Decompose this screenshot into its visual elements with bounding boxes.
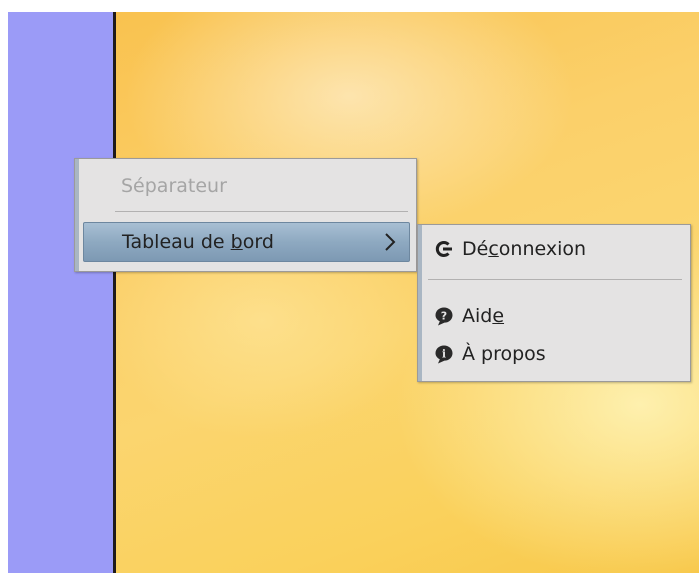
- help-bubble-icon: ?: [435, 307, 453, 326]
- submenu-sidebar: [418, 225, 422, 381]
- menu-item-a-propos-label: À propos: [462, 343, 546, 365]
- submenu-separator: [428, 279, 682, 280]
- svg-text:?: ?: [441, 309, 447, 322]
- context-menu: Séparateur Tableau de bord: [74, 158, 417, 272]
- menu-item-tableau-label: Tableau de bord: [122, 231, 274, 253]
- logout-icon: [435, 241, 452, 257]
- menu-item-separateur: Séparateur: [81, 171, 412, 201]
- menu-item-separateur-label: Séparateur: [121, 175, 227, 197]
- menu-item-deconnexion[interactable]: Déconnexion: [424, 233, 686, 265]
- info-bubble-icon: i: [435, 345, 453, 364]
- menu-item-aide[interactable]: ? Aide: [424, 301, 686, 331]
- menu-item-deconnexion-label: Déconnexion: [462, 238, 587, 260]
- submenu: Déconnexion ? Aide i À propos: [417, 224, 691, 382]
- chevron-right-icon: [385, 233, 396, 251]
- menu-sidebar: [75, 159, 79, 271]
- side-panel: [8, 12, 113, 573]
- menu-item-tableau-de-bord[interactable]: Tableau de bord: [83, 222, 410, 262]
- menu-item-aide-label: Aide: [462, 305, 505, 327]
- menu-separator: [115, 211, 408, 212]
- menu-item-a-propos[interactable]: i À propos: [424, 339, 686, 369]
- svg-text:i: i: [442, 347, 446, 360]
